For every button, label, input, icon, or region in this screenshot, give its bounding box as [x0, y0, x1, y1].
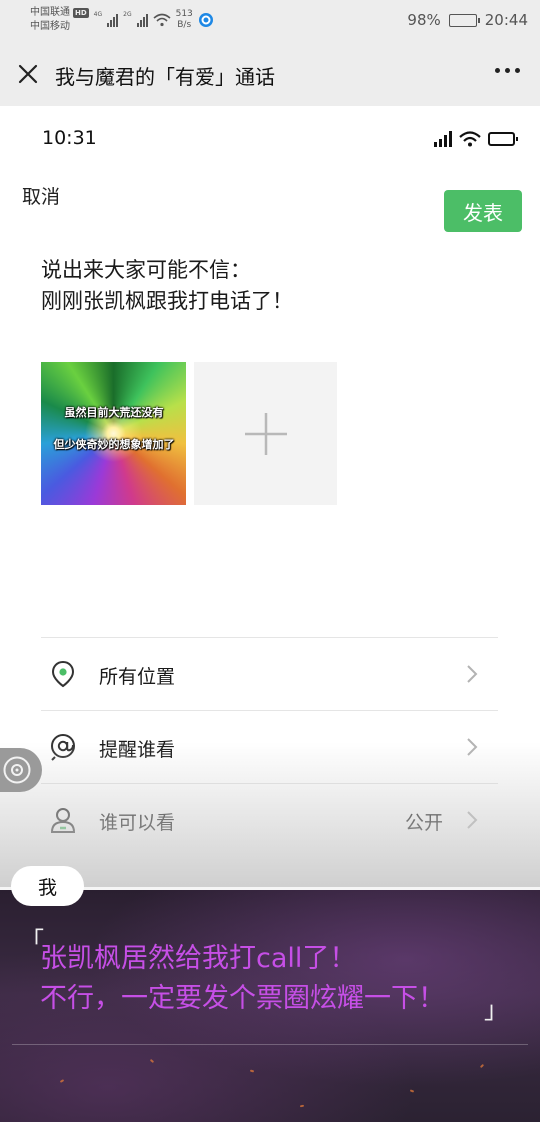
carrier-2: 中国移动 [30, 21, 70, 32]
dialogue-line-2: 不行，一定要发个票圈炫耀一下！ [40, 983, 445, 1014]
location-label: 所有位置 [99, 666, 176, 688]
more-dot-icon [495, 68, 500, 73]
more-options-button[interactable] [495, 68, 520, 73]
person-icon [50, 808, 76, 833]
at-mention-icon [51, 734, 75, 761]
system-status-bar: 中国联通 HD 中国移动 4G 2G 513 B/s 98% 20:44 [0, 0, 540, 42]
disc-icon [3, 756, 31, 784]
hd-badge: HD [73, 8, 89, 18]
dialogue-line-1: 张凯枫居然给我打call了！ [40, 943, 357, 974]
floating-assist-button[interactable] [0, 748, 42, 792]
visibility-label: 谁可以看 [99, 812, 176, 834]
carrier-group: 中国联通 HD 中国移动 4G 2G 513 B/s [30, 6, 214, 34]
clock: 20:44 [484, 11, 528, 29]
chevron-right-icon [467, 738, 478, 756]
signal-icon-1 [107, 13, 119, 27]
inner-signal-icon [434, 131, 452, 147]
chevron-right-icon [467, 811, 478, 829]
remind-label: 提醒谁看 [99, 739, 176, 761]
wifi-icon [153, 13, 171, 27]
visibility-value: 公开 [404, 812, 443, 834]
chevron-right-icon [467, 665, 478, 683]
carrier-1: 中国联通 [30, 7, 70, 18]
network-type-1: 4G [93, 10, 103, 18]
location-row[interactable]: 所有位置 [41, 637, 498, 710]
page-title: 我与魔君的「有爱」通话 [55, 65, 275, 89]
signal-icon-2 [136, 13, 148, 27]
location-pin-icon [51, 660, 75, 688]
image-caption-2: 但少侠奇妙的想象增加了 [53, 438, 175, 451]
close-icon [18, 64, 38, 84]
status-right: 98% 20:44 [407, 11, 528, 29]
carrier-names: 中国联通 HD 中国移动 [30, 6, 89, 34]
inner-clock: 10:31 [42, 127, 97, 149]
close-button[interactable] [14, 60, 42, 88]
sync-app-icon [198, 13, 213, 27]
attached-image[interactable]: 虽然目前大荒还没有 但少侠奇妙的想象增加了 [41, 362, 186, 505]
speaker-tag: 我 [11, 866, 84, 906]
image-caption-1: 虽然目前大荒还没有 [64, 406, 164, 419]
plus-icon [244, 412, 287, 455]
inner-wifi-icon [459, 131, 481, 147]
publish-button[interactable]: 发表 [444, 190, 522, 232]
quote-close-mark: 」 [484, 996, 508, 1024]
cancel-button[interactable]: 取消 [22, 182, 60, 209]
battery-percent: 98% [407, 11, 441, 29]
dialogue-divider [12, 1044, 528, 1045]
inner-battery-icon [488, 132, 518, 146]
post-text-line-1: 说出来大家可能不信： [41, 258, 251, 282]
network-speed: 513 B/s [175, 9, 193, 30]
post-text-line-2: 刚刚张凯枫跟我打电话了！ [41, 289, 293, 313]
post-text[interactable]: 说出来大家可能不信： 刚刚张凯枫跟我打电话了！ [41, 255, 293, 317]
add-image-button[interactable] [194, 362, 337, 505]
more-dot-icon [515, 68, 520, 73]
remind-row[interactable]: 提醒谁看 [41, 710, 498, 783]
app-bar: 我与魔君的「有爱」通话 [0, 42, 540, 106]
more-dot-icon [505, 68, 510, 73]
inner-status-icons [434, 131, 518, 147]
network-type-2: 2G [123, 10, 132, 18]
visibility-row[interactable]: 谁可以看 公开 [41, 783, 498, 856]
battery-icon [448, 13, 480, 27]
